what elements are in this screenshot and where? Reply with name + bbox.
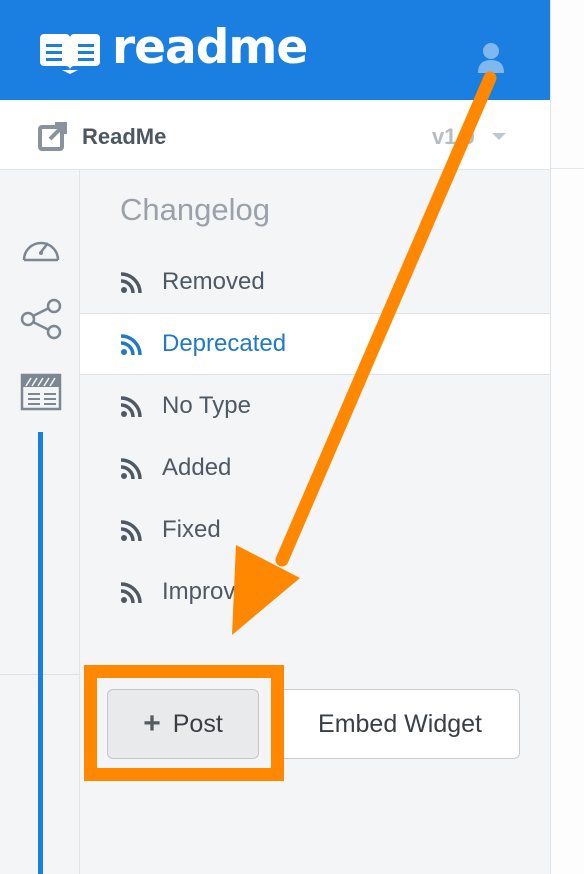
annotation-arrow: [232, 71, 497, 635]
